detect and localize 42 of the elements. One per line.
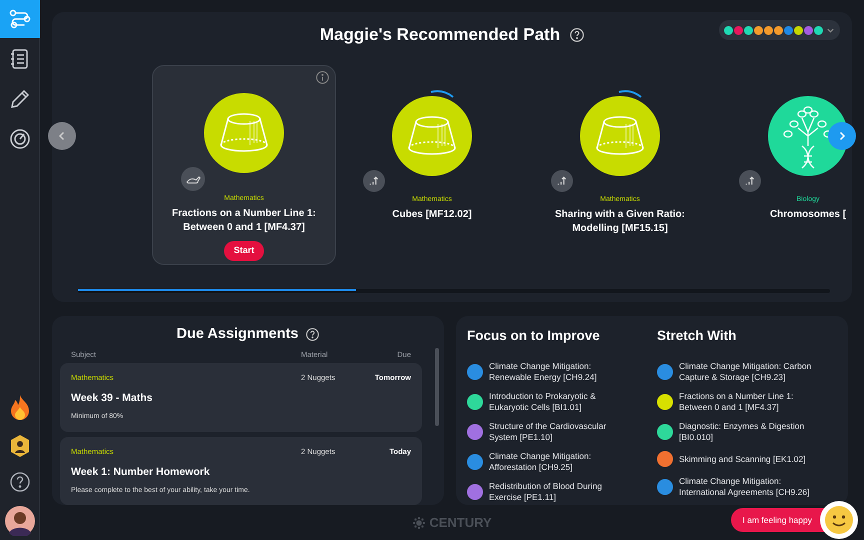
assignment-title: Week 1: Number Homework: [71, 464, 211, 480]
panel-title: Due Assignments: [176, 325, 298, 344]
info-icon[interactable]: [316, 71, 329, 84]
section-title: Stretch With: [657, 327, 738, 345]
chart-icon: [551, 170, 573, 192]
nugget-link[interactable]: Redistribution of Blood During Exercise [PE1.11]: [489, 481, 629, 502]
smiley-icon[interactable]: [820, 501, 858, 539]
previous-button[interactable]: [48, 122, 76, 150]
nugget-title: Fractions on a Number Line 1: Between 0 and 1 [MF4.37]: [171, 206, 317, 234]
nugget-link[interactable]: Climate Change Mitigation: International Agreements [CH9.26]: [679, 476, 819, 498]
nugget-link[interactable]: Climate Change Mitigation: Afforestation [CH9.25]: [489, 451, 629, 472]
chart-icon: [363, 170, 385, 192]
flame-icon[interactable]: [8, 394, 30, 420]
section-title: Focus on to Improve: [467, 327, 601, 345]
help-icon[interactable]: [306, 328, 320, 342]
badge-icon[interactable]: [8, 434, 30, 458]
gauge-icon: [8, 127, 32, 151]
subject-filter[interactable]: [719, 20, 840, 40]
nugget-link[interactable]: Skimming and Scanning [EK1.02]: [679, 454, 819, 464]
logo-icon: [412, 516, 426, 530]
avatar-icon[interactable]: [4, 506, 34, 536]
nugget-title: Cubes [MF12.02]: [391, 208, 473, 222]
panel-title: Maggie's Recommended Path: [320, 24, 560, 46]
chevron-right-icon: [837, 131, 847, 141]
assignment-title: Week 39 - Maths: [71, 391, 154, 406]
nugget-link[interactable]: Climate Change Mitigation: Renewable Energy [CH9.24]: [489, 361, 629, 382]
nugget-link[interactable]: Fractions on a Number Line 1: Between 0 and 1 [MF4.37]: [679, 391, 819, 412]
nugget-link[interactable]: Climate Change Mitigation: Carbon Capture & Storage [CH9.23]: [679, 361, 819, 382]
nugget-title: Sharing with a Given Ratio: Modelling [MF15.15]: [554, 208, 686, 236]
path-icon: [8, 7, 32, 31]
mood-button[interactable]: I am feeling happy: [730, 508, 826, 532]
help-icon[interactable]: [10, 472, 30, 492]
nugget-link[interactable]: Introduction to Prokaryotic & Eukaryotic Cells [BI1.01]: [489, 391, 629, 412]
nugget-link[interactable]: Diagnostic: Enzymes & Digestion [BI0.010]: [679, 421, 819, 442]
nugget-link[interactable]: Structure of the Cardiovascular System [PE1.10]: [489, 421, 629, 442]
nugget-title: Chromosomes [: [768, 208, 848, 222]
help-icon[interactable]: [570, 28, 584, 42]
next-button[interactable]: [828, 122, 856, 150]
chevron-left-icon: [57, 131, 67, 141]
chart-icon: [739, 170, 761, 192]
pencil-icon: [8, 87, 32, 111]
start-button[interactable]: Start: [224, 240, 264, 260]
